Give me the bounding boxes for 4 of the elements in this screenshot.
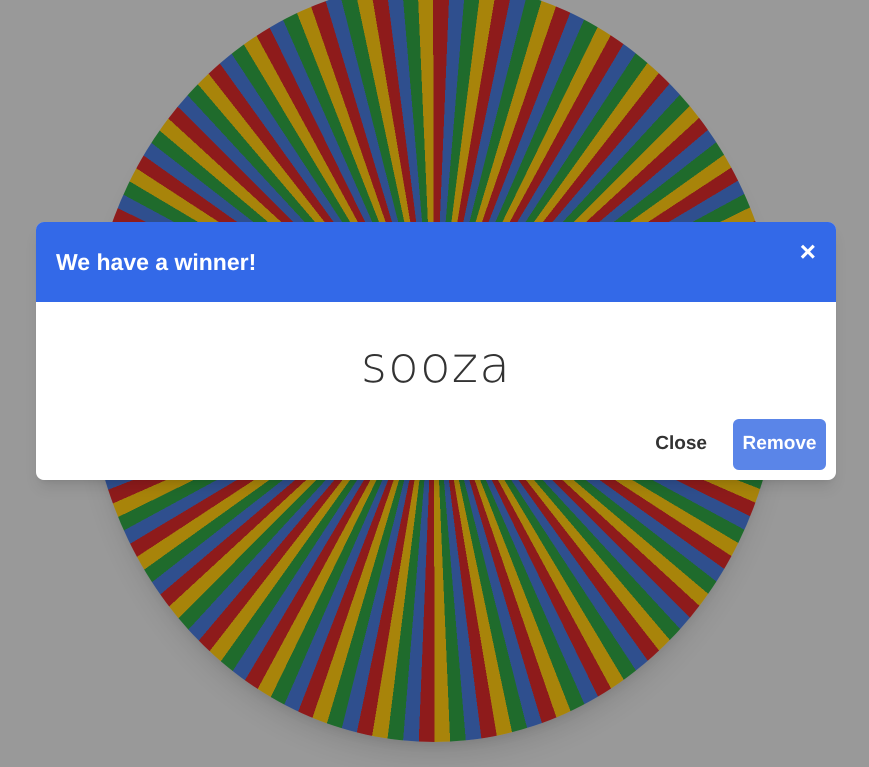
remove-button[interactable]: Remove (733, 419, 826, 470)
winner-name: sooza (360, 335, 512, 396)
dialog-title: We have a winner! (56, 248, 256, 277)
close-button[interactable]: Close (653, 419, 709, 470)
